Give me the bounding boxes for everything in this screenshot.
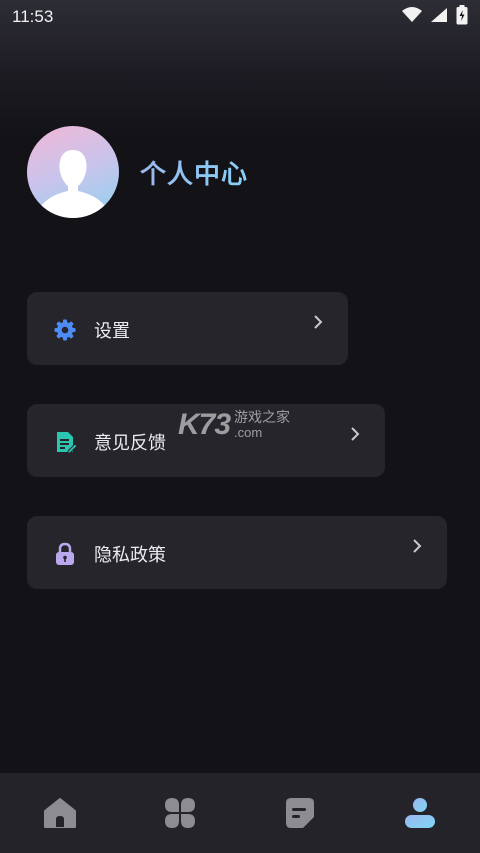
watermark: K73 游戏之家 .com	[178, 408, 290, 442]
chevron-right-icon	[312, 314, 324, 330]
wifi-icon	[402, 7, 422, 27]
watermark-line2: .com	[234, 425, 263, 440]
chevron-right-icon	[349, 426, 361, 442]
watermark-logo: K73	[178, 408, 231, 441]
nav-articles[interactable]	[270, 783, 330, 843]
status-time: 11:53	[12, 7, 54, 26]
user-silhouette-icon	[41, 150, 105, 218]
note-icon	[286, 798, 314, 828]
user-icon	[405, 798, 435, 828]
avatar[interactable]	[27, 126, 119, 218]
watermark-line1: 游戏之家	[234, 409, 291, 425]
menu-item-label: 隐私政策	[94, 545, 166, 566]
gear-icon	[53, 318, 77, 342]
nav-categories[interactable]	[150, 783, 210, 843]
menu-item-settings[interactable]: 设置	[27, 292, 348, 365]
chevron-right-icon	[411, 538, 423, 554]
nav-profile[interactable]	[390, 783, 450, 843]
system-icons	[402, 5, 468, 29]
clover-grid-icon	[165, 798, 195, 828]
home-icon	[44, 798, 76, 828]
nav-home[interactable]	[30, 783, 90, 843]
lock-icon	[53, 542, 77, 566]
battery-charging-icon	[456, 5, 468, 29]
menu-item-label: 意见反馈	[94, 433, 166, 454]
signal-icon	[430, 7, 448, 27]
bottom-nav	[0, 773, 480, 853]
page-title: 个人中心	[140, 154, 248, 191]
menu-item-label: 设置	[94, 321, 130, 342]
status-bar: 11:53	[0, 0, 480, 34]
document-edit-icon	[53, 430, 78, 454]
watermark-text: 游戏之家 .com	[234, 409, 290, 441]
menu-item-privacy[interactable]: 隐私政策	[27, 516, 447, 589]
